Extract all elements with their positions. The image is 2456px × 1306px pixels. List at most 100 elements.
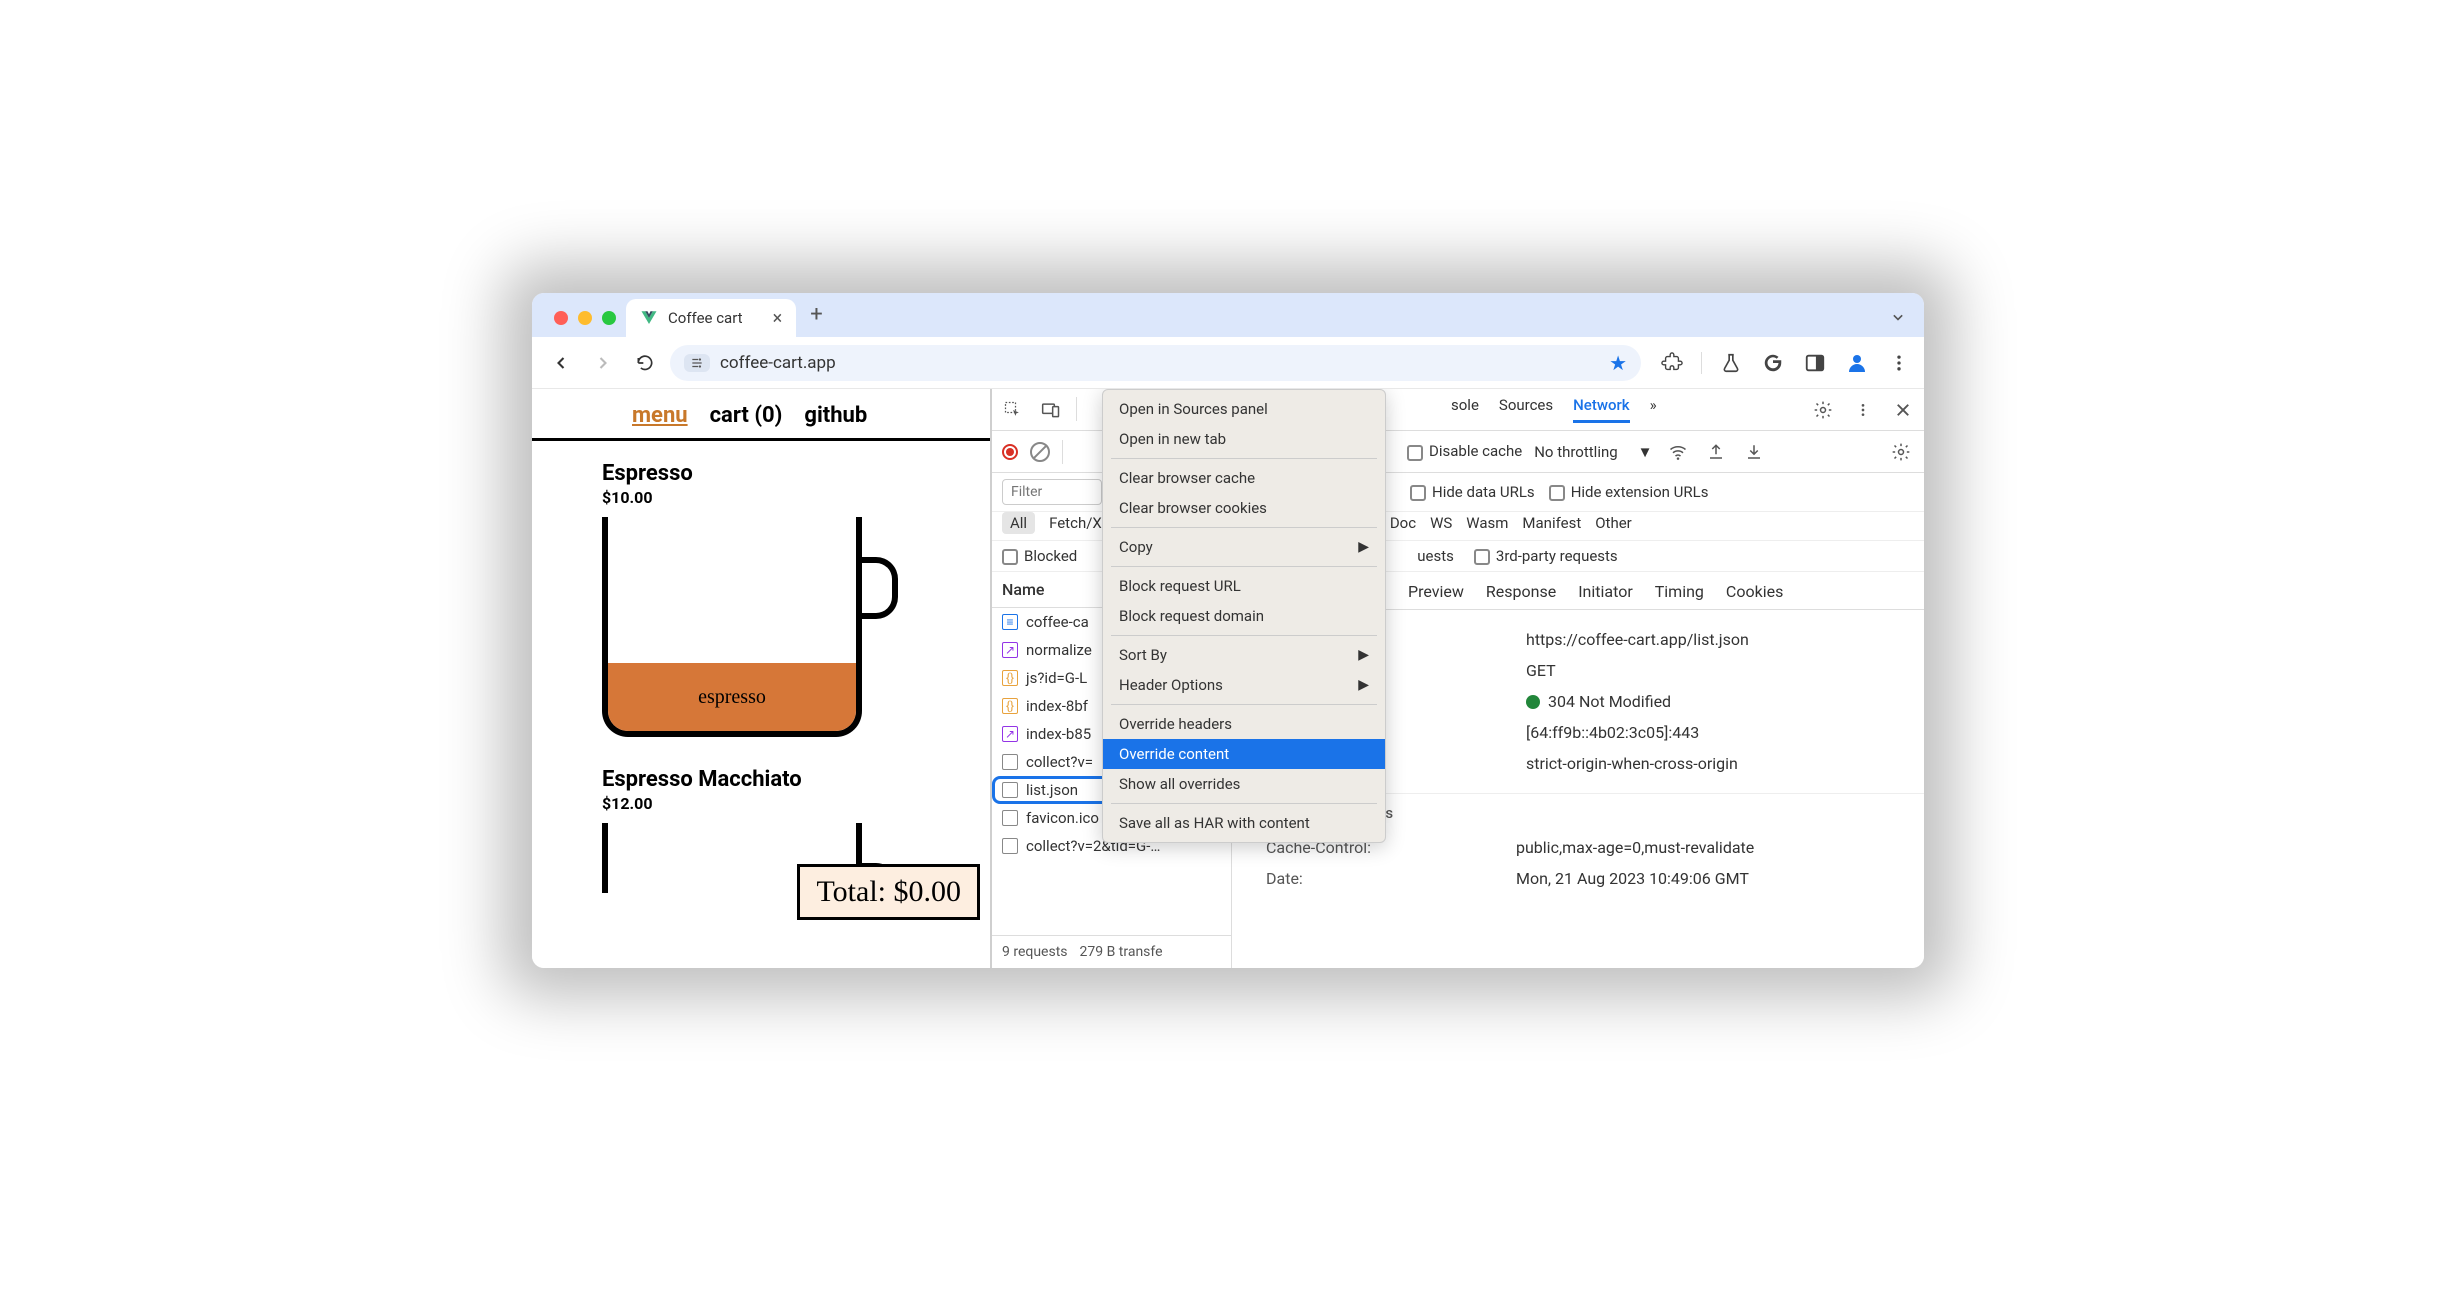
site-settings-icon[interactable]	[684, 354, 710, 372]
general-method: GET	[1526, 661, 1556, 680]
tab-sources[interactable]: Sources	[1499, 396, 1553, 423]
extensions-icon[interactable]	[1659, 350, 1685, 376]
window-minimize-button[interactable]	[578, 311, 592, 325]
tab-title: Coffee cart	[668, 309, 743, 327]
browser-tab[interactable]: Coffee cart ×	[626, 299, 796, 337]
tab-close-button[interactable]: ×	[773, 308, 783, 329]
throttling-select[interactable]: No throttling ▼	[1534, 443, 1652, 461]
upload-icon[interactable]	[1703, 439, 1729, 465]
page-content: menu cart (0) github Espresso $10.00 esp…	[532, 389, 992, 968]
chevron-right-icon: ▶	[1358, 677, 1369, 693]
file-css-icon: ↗	[1002, 642, 1018, 658]
filter-all[interactable]: All	[1002, 512, 1035, 534]
ctx-override-headers[interactable]: Override headers	[1103, 709, 1385, 739]
experiments-icon[interactable]	[1718, 350, 1744, 376]
general-url: https://coffee-cart.app/list.json	[1526, 630, 1749, 649]
ctx-sort[interactable]: Sort By▶	[1103, 640, 1385, 670]
file-js-icon: {}	[1002, 670, 1018, 686]
google-icon[interactable]	[1760, 350, 1786, 376]
ctx-show-overrides[interactable]: Show all overrides	[1103, 769, 1385, 799]
hide-data-urls-checkbox[interactable]: Hide data URLs	[1410, 483, 1535, 501]
blocked-requests-text: uests	[1417, 547, 1454, 565]
page-nav: menu cart (0) github	[532, 389, 990, 441]
record-button[interactable]	[1002, 444, 1018, 460]
vue-icon	[640, 309, 658, 327]
detail-tab-cookies[interactable]: Cookies	[1726, 582, 1783, 609]
sidepanel-icon[interactable]	[1802, 350, 1828, 376]
devtools-close-icon[interactable]	[1890, 397, 1916, 423]
nav-menu[interactable]: menu	[632, 403, 688, 428]
general-referrer: strict-origin-when-cross-origin	[1526, 754, 1738, 773]
ctx-block-url[interactable]: Block request URL	[1103, 571, 1385, 601]
device-toggle-icon[interactable]	[1038, 397, 1064, 423]
disable-cache-checkbox[interactable]: Disable cache	[1407, 442, 1522, 460]
filter-wasm[interactable]: Wasm	[1466, 514, 1508, 532]
tab-console[interactable]: sole	[1451, 396, 1479, 423]
ctx-header-options[interactable]: Header Options▶	[1103, 670, 1385, 700]
mug-graphic[interactable]: espresso	[602, 517, 882, 747]
window-close-button[interactable]	[554, 311, 568, 325]
forward-button[interactable]	[586, 346, 620, 380]
tabs-more[interactable]: »	[1650, 396, 1657, 423]
status-dot-icon	[1526, 695, 1540, 709]
context-menu: Open in Sources panel Open in new tab Cl…	[1102, 389, 1386, 843]
download-icon[interactable]	[1741, 439, 1767, 465]
back-button[interactable]	[544, 346, 578, 380]
file-css-icon: ↗	[1002, 726, 1018, 742]
bookmark-star-icon[interactable]: ★	[1609, 351, 1627, 375]
ctx-override-content[interactable]: Override content	[1103, 739, 1385, 769]
nav-cart[interactable]: cart (0)	[710, 403, 783, 428]
clear-button[interactable]	[1030, 442, 1050, 462]
tab-bar: Coffee cart × +	[532, 293, 1924, 337]
file-other-icon	[1002, 838, 1018, 854]
devtools-panel: sole Sources Network » Disable cache No …	[992, 389, 1924, 968]
ctx-open-sources[interactable]: Open in Sources panel	[1103, 394, 1385, 424]
hide-extension-urls-checkbox[interactable]: Hide extension URLs	[1549, 483, 1709, 501]
general-status: 304 Not Modified	[1526, 692, 1671, 711]
cart-total[interactable]: Total: $0.00	[797, 864, 980, 920]
filter-input[interactable]	[1002, 479, 1102, 505]
address-bar[interactable]: coffee-cart.app ★	[670, 345, 1641, 381]
detail-tab-initiator[interactable]: Initiator	[1578, 582, 1633, 609]
filter-ws[interactable]: WS	[1430, 514, 1452, 532]
file-other-icon	[1002, 754, 1018, 770]
browser-menu-button[interactable]	[1886, 350, 1912, 376]
ctx-block-domain[interactable]: Block request domain	[1103, 601, 1385, 631]
file-other-icon	[1002, 810, 1018, 826]
product-name: Espresso	[602, 461, 990, 486]
filter-other[interactable]: Other	[1595, 514, 1632, 532]
blocked-checkbox[interactable]: Blocked	[1002, 547, 1077, 565]
product-espresso: Espresso $10.00 espresso	[532, 441, 990, 747]
nav-github[interactable]: github	[804, 403, 867, 428]
filter-fetch[interactable]: Fetch/X	[1049, 514, 1102, 532]
network-settings-icon[interactable]	[1888, 439, 1914, 465]
new-tab-button[interactable]: +	[796, 302, 836, 337]
detail-tab-timing[interactable]: Timing	[1655, 582, 1704, 609]
ctx-clear-cookies[interactable]: Clear browser cookies	[1103, 493, 1385, 523]
filter-manifest[interactable]: Manifest	[1522, 514, 1581, 532]
ctx-copy[interactable]: Copy▶	[1103, 532, 1385, 562]
profile-icon[interactable]	[1844, 350, 1870, 376]
wifi-icon[interactable]	[1665, 439, 1691, 465]
inspect-icon[interactable]	[1000, 397, 1026, 423]
filter-doc[interactable]: Doc	[1390, 514, 1416, 532]
devtools-menu-icon[interactable]	[1850, 397, 1876, 423]
tab-dropdown-button[interactable]	[1888, 307, 1924, 337]
tab-network[interactable]: Network	[1573, 396, 1629, 423]
chevron-right-icon: ▶	[1358, 647, 1369, 663]
general-remote: [64:ff9b::4b02:3c05]:443	[1526, 723, 1699, 742]
chevron-right-icon: ▶	[1358, 539, 1369, 555]
ctx-clear-cache[interactable]: Clear browser cache	[1103, 463, 1385, 493]
detail-tab-response[interactable]: Response	[1486, 582, 1556, 609]
url-text: coffee-cart.app	[720, 353, 836, 373]
ctx-open-tab[interactable]: Open in new tab	[1103, 424, 1385, 454]
settings-icon[interactable]	[1810, 397, 1836, 423]
file-other-icon	[1002, 782, 1018, 798]
ctx-save-har[interactable]: Save all as HAR with content	[1103, 808, 1385, 838]
browser-window: Coffee cart × + coffee-cart.app ★	[532, 293, 1924, 968]
product-price: $12.00	[602, 794, 990, 813]
reload-button[interactable]	[628, 346, 662, 380]
third-party-checkbox[interactable]: 3rd-party requests	[1474, 547, 1618, 565]
detail-tab-preview[interactable]: Preview	[1408, 582, 1464, 609]
window-maximize-button[interactable]	[602, 311, 616, 325]
